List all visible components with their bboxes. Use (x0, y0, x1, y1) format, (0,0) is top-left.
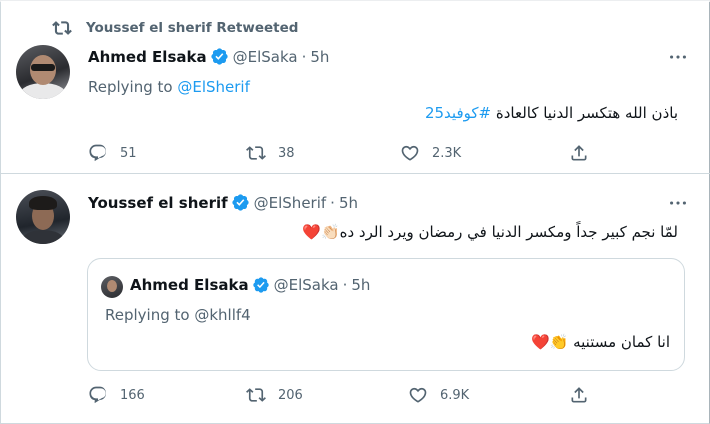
retweet-button[interactable]: 206 (246, 385, 303, 405)
avatar[interactable] (16, 45, 70, 99)
hashtag-link[interactable]: #كوفيد25 (425, 104, 491, 122)
replying-prefix: Replying to (88, 78, 178, 96)
tweet-text: لمّا نجم كبير جداً ومكسر الدنيا في رمضان… (302, 223, 678, 241)
separator-dot: · (301, 47, 307, 66)
like-icon (401, 145, 419, 161)
like-button[interactable]: 2.3K (400, 143, 461, 163)
retweet-icon (246, 388, 266, 402)
tweet-text-main: باذن الله هتكسر الدنيا كالعادة (491, 104, 678, 122)
more-icon[interactable] (667, 192, 689, 214)
tweet-header: Ahmed Elsaka @ElSaka · 5h (88, 47, 329, 66)
tweet-text: باذن الله هتكسر الدنيا كالعادة #كوفيد25 (425, 104, 678, 122)
like-button[interactable]: 6.9K (408, 385, 469, 405)
reply-count: 51 (120, 145, 137, 161)
reply-icon (89, 386, 107, 404)
verified-icon (232, 194, 249, 211)
share-icon (571, 387, 587, 403)
avatar (101, 276, 123, 298)
author-handle[interactable]: @ElSherif (254, 194, 327, 212)
author-name[interactable]: Youssef el sherif (88, 194, 228, 212)
quoted-tweet-header: Ahmed Elsaka @ElSaka · 5h (130, 276, 370, 294)
separator-dot: · (342, 276, 348, 294)
share-button[interactable] (569, 143, 601, 163)
share-button[interactable] (569, 385, 601, 405)
reply-count: 166 (120, 387, 145, 403)
verified-icon (210, 48, 228, 65)
retweet-icon (52, 21, 72, 35)
author-handle[interactable]: @ElSaka (233, 48, 298, 66)
quoted-author-name: Ahmed Elsaka (130, 276, 249, 294)
quoted-replying-to: Replying to @khllf4 (105, 306, 251, 324)
verified-icon (252, 277, 269, 293)
retweet-count: 38 (278, 145, 295, 161)
quoted-timestamp: 5h (351, 276, 371, 294)
replying-to: Replying to @ElSherif (88, 78, 250, 96)
author-name[interactable]: Ahmed Elsaka (88, 48, 207, 66)
retweet-context: Youssef el sherif Retweeted (52, 18, 298, 38)
like-icon (409, 387, 427, 403)
retweet-button[interactable]: 38 (246, 143, 295, 163)
tweet-header: Youssef el sherif @ElSherif · 5h (88, 193, 358, 212)
quoted-author-handle: @ElSaka (273, 276, 339, 294)
separator-dot: · (330, 193, 335, 212)
quoted-tweet-card[interactable]: Ahmed Elsaka @ElSaka · 5h Replying to @k… (87, 258, 685, 371)
timestamp[interactable]: 5h (310, 48, 329, 66)
quoted-tweet-text: انا كمان مستنيه 👏❤️ (530, 333, 670, 351)
reply-button[interactable]: 166 (88, 385, 145, 405)
reply-button[interactable]: 51 (88, 143, 137, 163)
avatar[interactable] (16, 190, 70, 244)
retweet-icon (246, 146, 266, 160)
like-count: 6.9K (440, 387, 470, 403)
like-count: 2.3K (432, 145, 462, 161)
share-icon (571, 145, 587, 161)
retweet-count: 206 (278, 387, 303, 403)
retweet-context-label: Youssef el sherif Retweeted (86, 20, 299, 36)
timestamp[interactable]: 5h (339, 194, 358, 212)
replying-handle-link[interactable]: @ElSherif (177, 78, 250, 96)
reply-icon (89, 144, 107, 162)
more-icon[interactable] (667, 46, 689, 68)
tweet-divider (0, 173, 710, 174)
